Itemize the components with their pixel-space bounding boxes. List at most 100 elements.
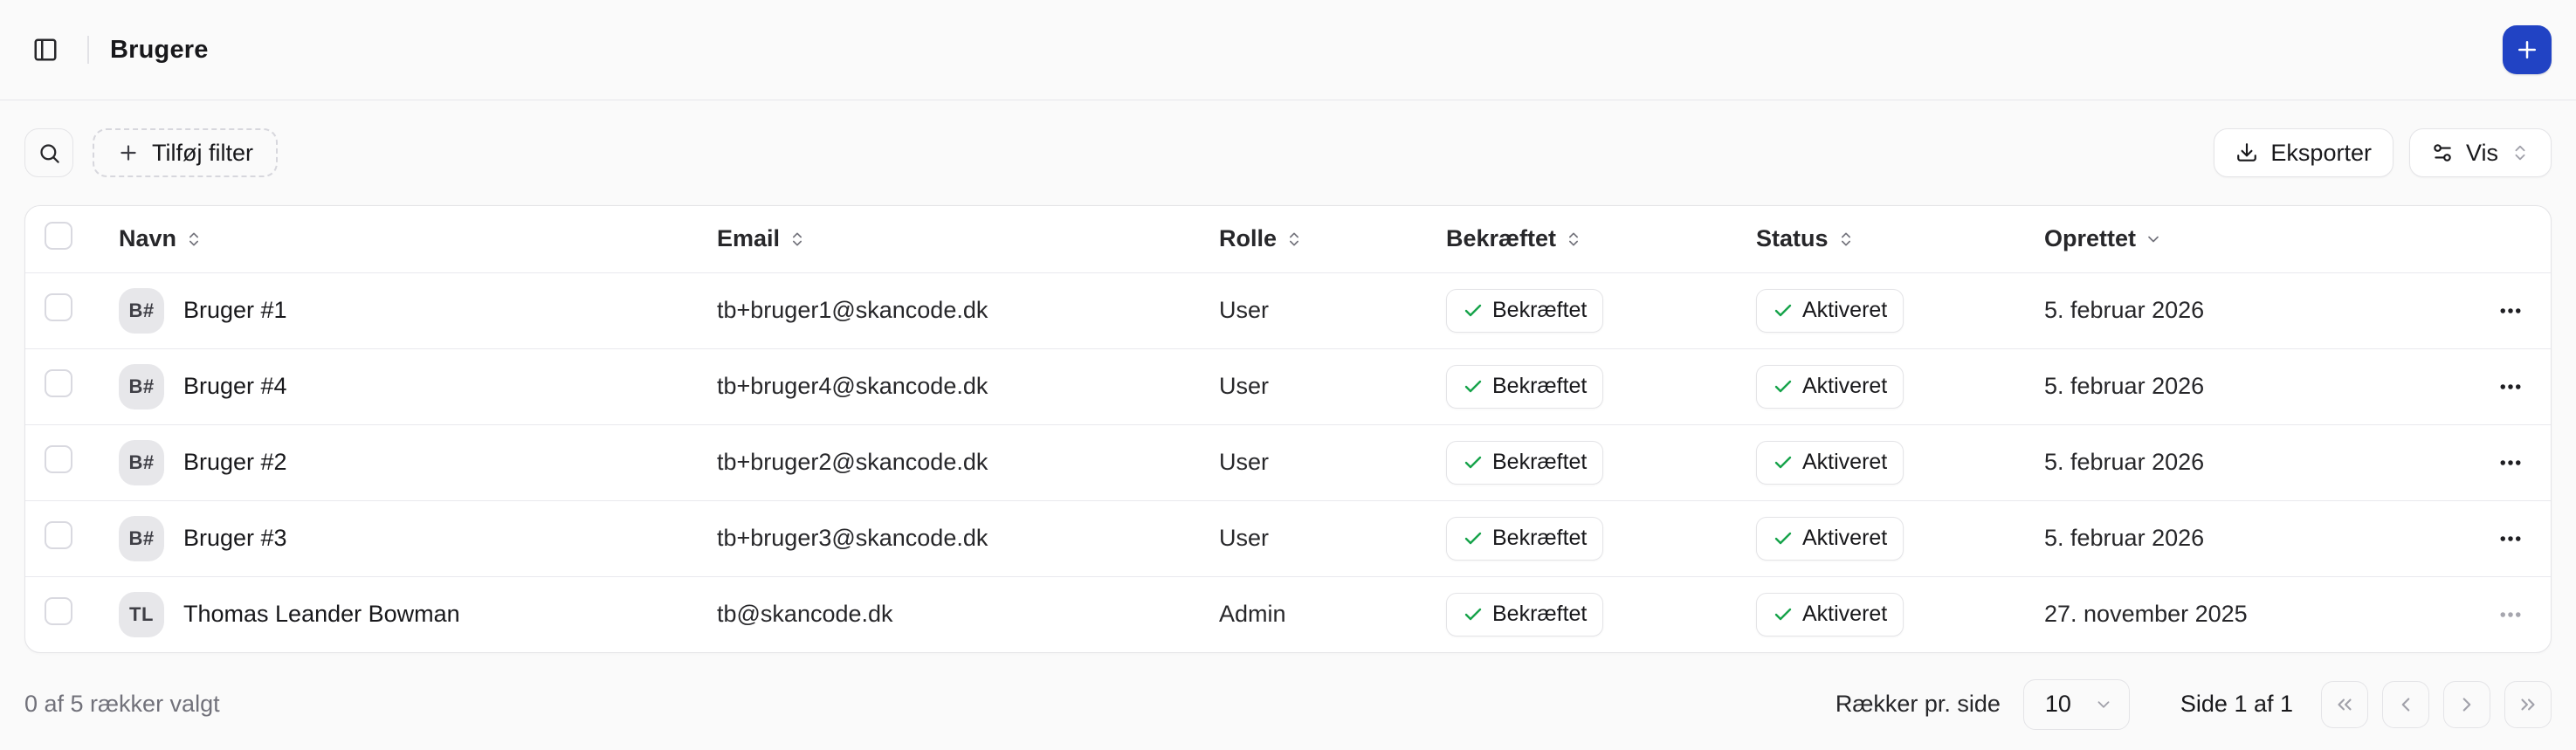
created-date: 5. februar 2026 [2044, 297, 2205, 323]
row-actions-button[interactable] [2486, 590, 2535, 639]
chevron-right-icon [2455, 693, 2478, 716]
status-badge: Aktiveret [1756, 440, 1904, 485]
avatar: B# [119, 287, 164, 334]
chevrons-up-down-icon [1565, 231, 1582, 248]
chevrons-up-down-icon [185, 231, 203, 248]
check-icon [1773, 528, 1794, 549]
export-button[interactable]: Eksporter [2214, 128, 2393, 177]
user-name: Bruger #2 [183, 449, 287, 475]
first-page-button[interactable] [2321, 680, 2368, 728]
export-label: Eksporter [2270, 139, 2372, 166]
chevron-left-icon [2394, 693, 2417, 716]
next-page-button[interactable] [2443, 680, 2490, 728]
chevrons-up-down-icon [2511, 143, 2530, 162]
divider [87, 36, 89, 64]
column-header-email[interactable]: Email [717, 225, 806, 252]
row-actions-button[interactable] [2486, 362, 2535, 411]
previous-page-button[interactable] [2382, 680, 2429, 728]
status-badge: Aktiveret [1756, 592, 1904, 636]
user-role: Admin [1219, 601, 1286, 627]
user-role: User [1219, 373, 1270, 399]
table-row[interactable]: B# Bruger #3 tb+bruger3@skancode.dk User… [25, 500, 2551, 577]
chevrons-up-down-icon [1285, 231, 1303, 248]
user-name: Bruger #3 [183, 525, 287, 551]
check-icon [1773, 376, 1794, 397]
users-table: Navn Email Rolle Bekræftet Status Oprett… [25, 206, 2551, 652]
confirmed-badge: Bekræftet [1446, 440, 1604, 485]
users-table-card: Navn Email Rolle Bekræftet Status Oprett… [24, 205, 2552, 653]
user-role: User [1219, 449, 1270, 475]
chevrons-left-icon [2333, 693, 2356, 716]
avatar: B# [119, 515, 164, 561]
status-badge: Aktiveret [1756, 364, 1904, 409]
ellipsis-icon [2497, 374, 2524, 400]
check-icon [1773, 604, 1794, 625]
column-header-status[interactable]: Status [1756, 225, 1855, 252]
row-checkbox[interactable] [45, 293, 72, 321]
download-icon [2235, 141, 2258, 164]
user-email: tb+bruger1@skancode.dk [717, 297, 988, 323]
user-name: Bruger #1 [183, 297, 287, 323]
user-role: User [1219, 297, 1270, 323]
user-name: Thomas Leander Bowman [183, 601, 460, 627]
avatar: B# [119, 439, 164, 485]
table-row[interactable]: TL Thomas Leander Bowman tb@skancode.dk … [25, 576, 2551, 652]
table-footer: 0 af 5 rækker valgt Rækker pr. side 10 S… [0, 653, 2576, 750]
row-checkbox[interactable] [45, 369, 72, 397]
row-actions-button[interactable] [2486, 438, 2535, 487]
avatar: B# [119, 363, 164, 409]
panel-left-icon [32, 37, 59, 63]
check-icon [1463, 376, 1484, 397]
pagination [2321, 680, 2552, 728]
last-page-button[interactable] [2504, 680, 2552, 728]
user-name: Bruger #4 [183, 373, 287, 399]
row-actions-button[interactable] [2486, 286, 2535, 335]
table-body: B# Bruger #1 tb+bruger1@skancode.dk User… [25, 272, 2551, 652]
add-filter-button[interactable]: Tilføj filter [93, 128, 278, 177]
add-user-button[interactable] [2503, 25, 2552, 74]
topbar: Brugere [0, 0, 2576, 100]
chevrons-up-down-icon [1837, 231, 1855, 248]
chevron-down-icon [2145, 231, 2162, 248]
plus-icon [117, 141, 140, 164]
check-icon [1773, 452, 1794, 473]
user-email: tb+bruger3@skancode.dk [717, 525, 988, 551]
row-checkbox[interactable] [45, 445, 72, 473]
row-checkbox[interactable] [45, 521, 72, 549]
sliders-icon [2431, 141, 2454, 164]
table-row[interactable]: B# Bruger #1 tb+bruger1@skancode.dk User… [25, 272, 2551, 349]
confirmed-badge: Bekræftet [1446, 288, 1604, 333]
check-icon [1463, 300, 1484, 321]
column-header-rolle[interactable]: Rolle [1219, 225, 1303, 252]
user-email: tb@skancode.dk [717, 601, 893, 627]
column-header-bekraeftet[interactable]: Bekræftet [1446, 225, 1582, 252]
ellipsis-icon [2497, 602, 2524, 628]
ellipsis-icon [2497, 526, 2524, 552]
created-date: 5. februar 2026 [2044, 449, 2205, 475]
view-options-button[interactable]: Vis [2408, 128, 2552, 177]
row-checkbox[interactable] [45, 597, 72, 625]
check-icon [1463, 604, 1484, 625]
toolbar: Tilføj filter Eksporter Vis [0, 100, 2576, 205]
rows-per-page-select[interactable]: 10 [2022, 678, 2130, 730]
rows-per-page-value: 10 [2044, 691, 2071, 717]
chevrons-right-icon [2517, 693, 2539, 716]
search-icon [38, 141, 61, 165]
created-date: 27. november 2025 [2044, 601, 2248, 627]
view-label: Vis [2465, 139, 2498, 166]
ellipsis-icon [2497, 450, 2524, 476]
selection-count: 0 af 5 rækker valgt [24, 691, 220, 717]
column-header-oprettet[interactable]: Oprettet [2044, 225, 2162, 252]
page-title: Brugere [110, 35, 209, 64]
select-all-checkbox[interactable] [45, 222, 72, 251]
table-row[interactable]: B# Bruger #2 tb+bruger2@skancode.dk User… [25, 424, 2551, 501]
created-date: 5. februar 2026 [2044, 373, 2205, 399]
created-date: 5. februar 2026 [2044, 525, 2205, 551]
sidebar-toggle-button[interactable] [24, 29, 66, 71]
search-button[interactable] [24, 128, 73, 177]
ellipsis-icon [2497, 298, 2524, 324]
row-actions-button[interactable] [2486, 514, 2535, 563]
column-header-navn[interactable]: Navn [119, 225, 203, 252]
table-row[interactable]: B# Bruger #4 tb+bruger4@skancode.dk User… [25, 348, 2551, 425]
confirmed-badge: Bekræftet [1446, 516, 1604, 561]
